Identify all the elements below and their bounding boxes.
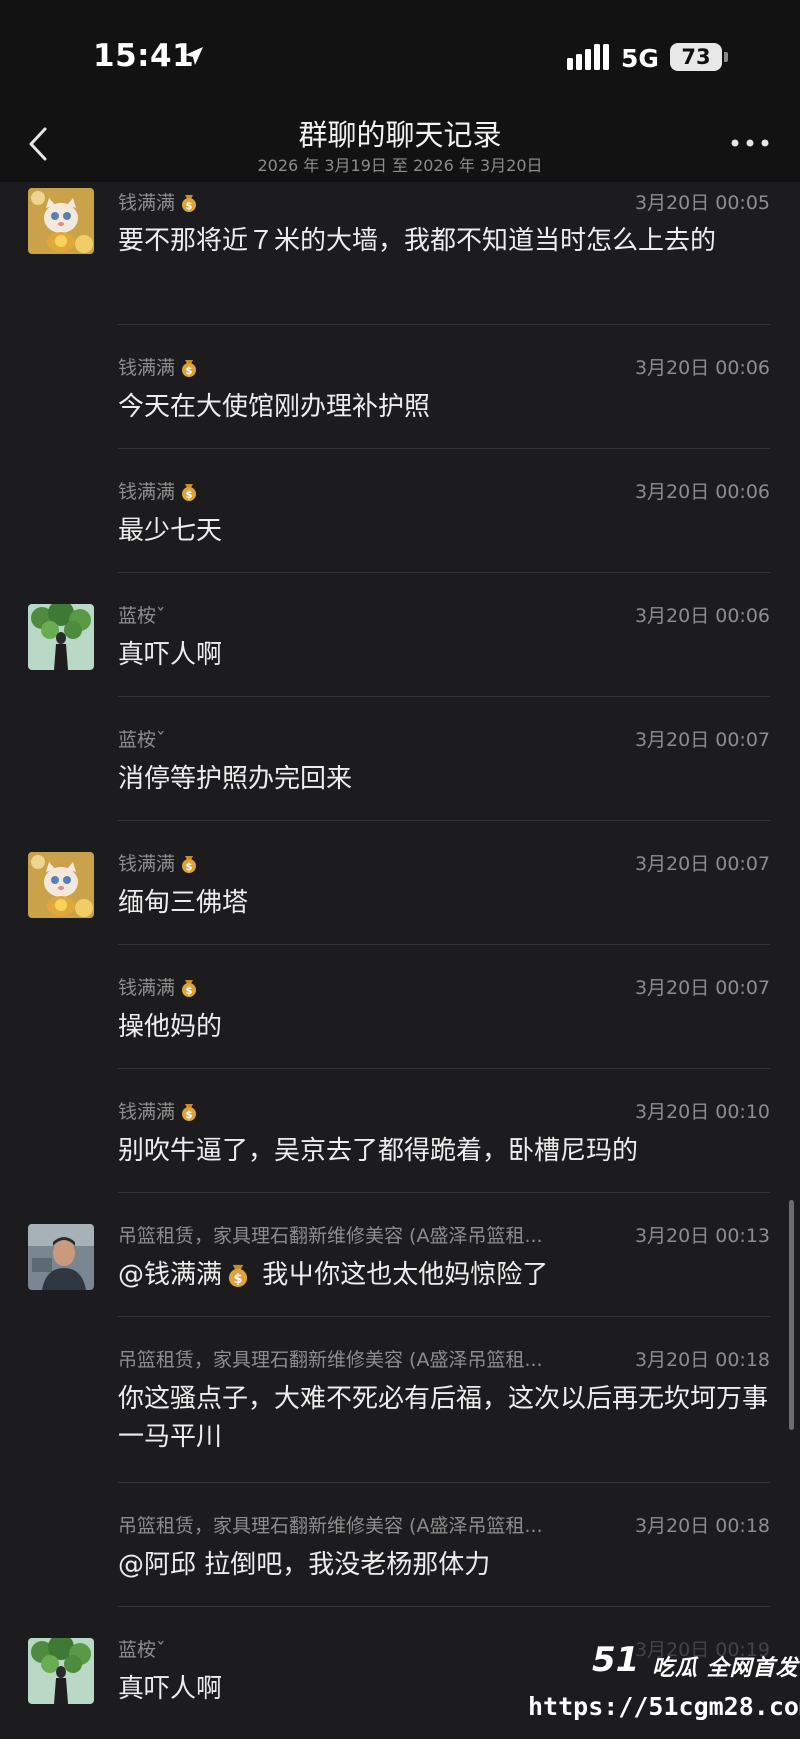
money-bag-icon: $ [228, 1264, 248, 1287]
more-options-icon[interactable] [730, 138, 770, 148]
message-text: 消停等护照办完回来 [118, 764, 353, 794]
message-text: @阿邱 拉倒吧，我没老杨那体力 [118, 1550, 491, 1580]
money-bag-icon: $ [182, 360, 197, 377]
sender-name: 钱满满 $ [118, 353, 199, 380]
battery-indicator: 73 [670, 43, 722, 71]
money-bag-icon: $ [182, 980, 197, 997]
sender-name: 钱满满 $ [118, 973, 199, 1000]
scrollbar[interactable] [789, 1200, 794, 1430]
message-time: 3月20日 00:06 [634, 357, 770, 379]
battery-cap [724, 52, 728, 62]
message-time: 3月20日 00:18 [634, 1349, 770, 1371]
message-text: @钱满满 $ 我屮你这也太他妈惊险了 [118, 1260, 549, 1290]
message-item[interactable]: 吊篮租赁，家具理石翻新维修美容 (A盛泽吊篮租... 3月20日 00:13 @… [0, 1193, 800, 1317]
message-time: 3月20日 00:07 [634, 853, 770, 875]
message-item[interactable]: 蓝桉ˇ 3月20日 00:07 消停等护照办完回来 [0, 697, 800, 821]
message-item[interactable]: 钱满满 $ 3月20日 00:07 缅甸三佛塔 [0, 821, 800, 945]
sender-name: 吊篮租赁，家具理石翻新维修美容 (A盛泽吊篮租... [118, 1225, 543, 1247]
tiger-avatar-image [28, 188, 94, 254]
sender-avatar[interactable] [28, 188, 94, 254]
plant-avatar-image [28, 1638, 94, 1704]
message-time: 3月20日 00:06 [634, 605, 770, 627]
message-item[interactable]: 蓝桉ˇ 3月20日 00:06 真吓人啊 [0, 573, 800, 697]
message-item[interactable]: 钱满满 $ 3月20日 00:06 最少七天 [0, 449, 800, 573]
sender-name: 钱满满 $ [118, 188, 199, 215]
plant-avatar-image [28, 604, 94, 670]
date-range-subtitle: 2026 年 3月19日 至 2026 年 3月20日 [257, 156, 543, 175]
message-item[interactable]: 钱满满 $ 3月20日 00:10 别吹牛逼了，吴京去了都得跪着，卧槽尼玛的 [0, 1069, 800, 1193]
message-time: 3月20日 00:07 [634, 729, 770, 751]
money-bag-icon: $ [182, 1104, 197, 1121]
svg-text:$: $ [186, 986, 193, 997]
location-arrow-icon [185, 47, 203, 65]
mention[interactable]: @钱满满 [118, 1260, 222, 1290]
svg-text:$: $ [233, 1272, 242, 1287]
message-item[interactable]: 吊篮租赁，家具理石翻新维修美容 (A盛泽吊篮租... 3月20日 00:18 @… [0, 1483, 800, 1607]
network-type: 5G [621, 44, 659, 73]
watermark-tagline: 吃瓜 全网首发 [652, 1656, 799, 1681]
cellular-signal-icon [567, 44, 609, 70]
watermark-url: https://51cgm28.com [528, 1692, 800, 1721]
message-time: 3月20日 00:05 [634, 192, 770, 214]
sender-name: 吊篮租赁，家具理石翻新维修美容 (A盛泽吊篮租... [118, 1349, 543, 1371]
message-text: 操他妈的 [118, 1012, 223, 1042]
status-time: 15:41 [93, 38, 195, 74]
sender-name: 蓝桉ˇ [118, 729, 166, 751]
svg-text:$: $ [186, 201, 193, 212]
message-text: 真吓人啊 [118, 640, 223, 670]
message-text: 缅甸三佛塔 [118, 888, 249, 918]
money-bag-icon: $ [182, 195, 197, 212]
message-text: 今天在大使馆刚办理补护照 [118, 392, 431, 422]
money-bag-icon: $ [182, 484, 197, 501]
sender-avatar[interactable] [28, 1638, 94, 1704]
message-text: 你这骚点子，大难不死必有后福，这次以后再无坎坷万事一马平川 [118, 1384, 769, 1452]
message-text: 别吹牛逼了，吴京去了都得跪着，卧槽尼玛的 [118, 1136, 639, 1166]
message-time: 3月20日 00:07 [634, 977, 770, 999]
sender-name: 吊篮租赁，家具理石翻新维修美容 (A盛泽吊篮租... [118, 1515, 543, 1537]
sender-name: 蓝桉ˇ [118, 605, 166, 627]
message-item[interactable]: 钱满满 $ 3月20日 00:05 要不那将近７米的大墙，我都不知道当时怎么上去的 [0, 182, 800, 325]
sender-avatar[interactable] [28, 852, 94, 918]
message-item[interactable]: 吊篮租赁，家具理石翻新维修美容 (A盛泽吊篮租... 3月20日 00:18 你… [0, 1317, 800, 1483]
svg-text:$: $ [186, 862, 193, 873]
message-item[interactable]: 钱满满 $ 3月20日 00:07 操他妈的 [0, 945, 800, 1069]
sender-avatar[interactable] [28, 604, 94, 670]
message-time: 3月20日 00:10 [634, 1101, 770, 1123]
page-title: 群聊的聊天记录 [298, 118, 502, 152]
sender-name: 蓝桉ˇ [118, 1639, 166, 1661]
sender-name: 钱满满 $ [118, 477, 199, 504]
sender-name: 钱满满 $ [118, 849, 199, 876]
message-item[interactable]: 钱满满 $ 3月20日 00:06 今天在大使馆刚办理补护照 [0, 325, 800, 449]
message-text: 要不那将近７米的大墙，我都不知道当时怎么上去的 [118, 226, 717, 256]
sender-avatar[interactable] [28, 1224, 94, 1290]
svg-text:$: $ [186, 1110, 193, 1121]
watermark-logo: 51 [592, 1640, 640, 1680]
svg-text:$: $ [186, 490, 193, 501]
message-time: 3月20日 00:13 [634, 1225, 770, 1247]
tiger-avatar-image [28, 852, 94, 918]
money-bag-icon: $ [182, 856, 197, 873]
svg-text:$: $ [186, 366, 193, 377]
sender-name: 钱满满 $ [118, 1097, 199, 1124]
message-time: 3月20日 00:18 [634, 1515, 770, 1537]
man-avatar-image [28, 1224, 94, 1290]
message-time: 3月20日 00:06 [634, 481, 770, 503]
navigation-bar: 群聊的聊天记录 2026 年 3月19日 至 2026 年 3月20日 [0, 100, 800, 182]
status-bar: 15:41 5G 73 [0, 0, 800, 100]
message-text: 最少七天 [118, 516, 223, 546]
